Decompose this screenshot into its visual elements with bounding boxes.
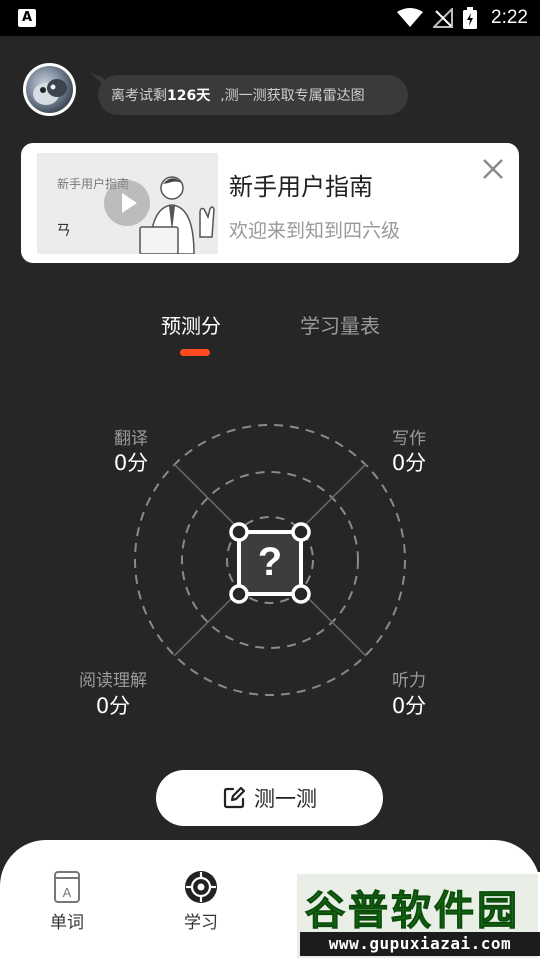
play-icon[interactable]	[104, 180, 150, 226]
battery-charging-icon	[463, 7, 478, 29]
nav-item-study[interactable]: 学习	[166, 870, 236, 933]
radar-vertex-bottom-left	[229, 584, 249, 604]
tab-study-scale[interactable]: 学习量表	[300, 310, 380, 339]
app-notification-icon: A	[18, 9, 36, 27]
close-icon[interactable]	[481, 157, 505, 181]
svg-text:A: A	[63, 885, 72, 900]
avatar-image	[26, 66, 73, 113]
watermark-title: 谷普软件园	[305, 888, 520, 935]
user-avatar[interactable]	[23, 63, 76, 116]
radar-vertex-bottom-right	[291, 584, 311, 604]
countdown-days: 126天	[167, 88, 211, 104]
radar-chart: ?	[134, 424, 406, 696]
site-watermark: 谷普软件园 www.gupuxiazai.com	[295, 872, 540, 960]
countdown-suffix: ,测一测获取专属雷达图	[220, 88, 365, 104]
exam-countdown-bubble: 离考试剩 126天 ,测一测获取专属雷达图	[98, 75, 408, 115]
skill-label-translation: 翻译	[114, 429, 148, 449]
skill-label-reading: 阅读理解	[79, 671, 147, 691]
radar-vertex-top-left	[229, 522, 249, 542]
radar-vertex-top-right	[291, 522, 311, 542]
new-user-guide-card[interactable]: 新手用户指南 ㄢ 新手用户指南 欢迎来到知到四六级	[21, 143, 519, 263]
guide-title: 新手用户指南	[229, 173, 373, 201]
nav-label-words: 单词	[50, 913, 84, 933]
book-icon: A	[54, 871, 80, 903]
clock: 2:22	[491, 7, 528, 28]
no-signal-icon	[433, 8, 454, 28]
skill-label-listening: 听力	[392, 671, 426, 691]
avatar-photo-icon	[33, 79, 67, 105]
edit-icon	[223, 786, 246, 809]
watermark-url: www.gupuxiazai.com	[300, 932, 540, 956]
skill-score-translation: 0分	[113, 451, 149, 475]
countdown-prefix: 离考试剩	[111, 88, 167, 104]
nav-item-words[interactable]: A 单词	[32, 870, 102, 933]
guide-video-thumbnail[interactable]: 新手用户指南 ㄢ	[37, 153, 218, 254]
take-test-label: 测一测	[254, 787, 317, 811]
active-tab-indicator	[180, 349, 210, 356]
skill-score-reading: 0分	[95, 694, 131, 718]
status-icons: 2:22	[397, 6, 528, 30]
take-test-button[interactable]: 测一测	[156, 770, 383, 826]
thumbnail-logo: ㄢ	[56, 221, 72, 239]
skill-label-writing: 写作	[392, 429, 426, 449]
tab-predicted-score[interactable]: 预测分	[161, 310, 221, 339]
radar-question-icon: ?	[258, 540, 282, 584]
wifi-icon	[397, 8, 424, 27]
skill-score-listening: 0分	[391, 694, 427, 718]
target-icon	[185, 871, 217, 903]
status-bar: A 2:22	[0, 0, 540, 36]
skill-score-writing: 0分	[391, 451, 427, 475]
nav-label-study: 学习	[184, 913, 218, 933]
guide-subtitle: 欢迎来到知到四六级	[229, 220, 401, 242]
